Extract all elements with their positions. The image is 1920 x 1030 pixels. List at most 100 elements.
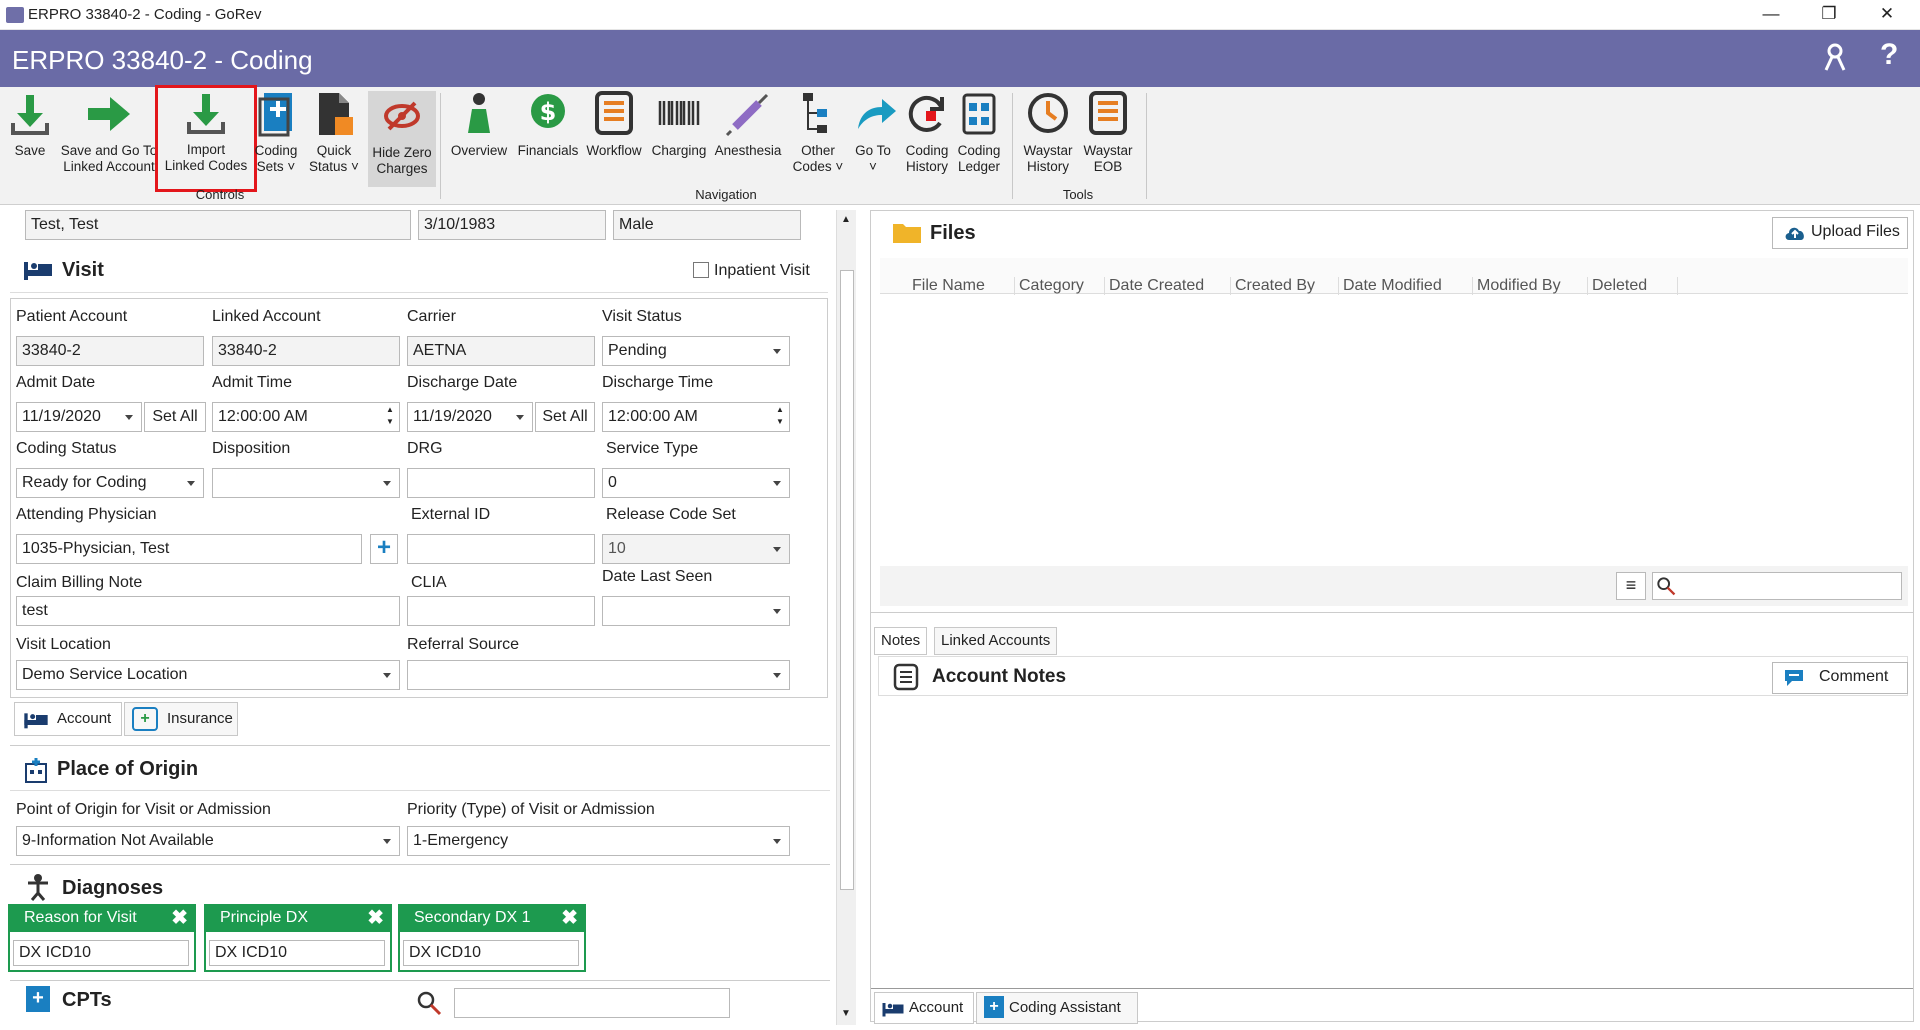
visit-status-select[interactable]: Pending <box>602 336 790 366</box>
priority-select[interactable]: 1-Emergency <box>407 826 790 856</box>
discharge-time-stepper-icon[interactable]: ▲ ▼ <box>776 404 784 428</box>
financials-button[interactable]: $ Financials <box>514 89 582 159</box>
remove-dx-icon[interactable]: ✖ <box>561 904 578 932</box>
anesthesia-button[interactable]: Anesthesia <box>712 89 784 159</box>
cpt-search-icon[interactable] <box>416 990 442 1016</box>
col-category[interactable]: Category <box>1014 277 1084 295</box>
dx-input-secondary[interactable]: DX ICD10 <box>403 940 579 966</box>
overview-label: Overview <box>450 143 508 158</box>
dollar-icon: $ <box>523 89 573 139</box>
date-last-seen-picker[interactable] <box>602 596 790 626</box>
location-label: Visit Location <box>16 636 111 653</box>
dx-header-secondary: Secondary DX 1 ✖ <box>398 904 586 932</box>
col-created-by[interactable]: Created By <box>1230 277 1315 295</box>
add-physician-icon[interactable]: + <box>370 534 398 564</box>
left-scrollbar[interactable]: ▲ ▼ <box>836 210 856 1025</box>
disposition-select[interactable] <box>212 468 400 498</box>
quick-status-button[interactable]: Quick Status ˅ <box>308 89 360 175</box>
files-search-input[interactable] <box>1652 572 1902 600</box>
service-type-select[interactable]: 0 <box>602 468 790 498</box>
external-id-input[interactable] <box>407 534 595 564</box>
window-titlebar: ERPRO 33840-2 - Coding - GoRev — ❐ ✕ <box>0 0 1920 30</box>
save-go-linked-button[interactable]: Save and Go To Linked Account <box>58 89 160 175</box>
cpt-search-input[interactable] <box>454 988 730 1018</box>
svg-text:$: $ <box>540 98 557 126</box>
origin-point-select[interactable]: 9-Information Not Available <box>16 826 400 856</box>
col-date-modified[interactable]: Date Modified <box>1338 277 1442 295</box>
col-date-created[interactable]: Date Created <box>1104 277 1204 295</box>
clock-icon <box>1023 89 1073 139</box>
arrow-right-icon <box>84 89 134 139</box>
close-window-button[interactable]: ✕ <box>1858 0 1916 30</box>
inpatient-checkbox[interactable] <box>693 262 709 278</box>
admit-time-stepper-icon[interactable]: ▲ ▼ <box>386 404 394 428</box>
admit-time-spinner[interactable]: 12:00:00 AM <box>212 402 400 432</box>
save-button[interactable]: Save <box>4 89 56 159</box>
history-icon <box>902 89 952 139</box>
save-go-label-1: Save and Go To <box>60 143 158 158</box>
download-icon <box>5 89 55 139</box>
col-modified-by[interactable]: Modified By <box>1472 277 1561 295</box>
drg-input[interactable] <box>407 468 595 498</box>
discharge-set-all-button[interactable]: Set All <box>535 402 595 432</box>
minimize-button[interactable]: — <box>1742 0 1800 30</box>
discharge-time-spinner[interactable]: 12:00:00 AM <box>602 402 790 432</box>
dx-input-principle[interactable]: DX ICD10 <box>209 940 385 966</box>
linked-account-label: Linked Account <box>212 308 321 325</box>
waystar-eob-button[interactable]: Waystar EOB <box>1080 89 1136 175</box>
bottom-tab-account-label: Account <box>909 999 964 1016</box>
coding-ledger-label-1: Coding <box>957 143 1001 158</box>
coding-sets-button[interactable]: Coding Sets ˅ <box>254 89 298 175</box>
waystar-history-button[interactable]: Waystar History <box>1020 89 1076 175</box>
menu-icon[interactable]: ≡ <box>1616 572 1646 600</box>
admit-date-picker[interactable]: 11/19/2020 <box>16 402 142 432</box>
admit-time-label: Admit Time <box>212 374 293 391</box>
import-label-1: Import <box>186 142 226 157</box>
charging-button[interactable]: Charging <box>648 89 710 159</box>
ribbon-separator <box>1012 93 1013 199</box>
coding-ledger-button[interactable]: Coding Ledger <box>954 89 1004 175</box>
discharge-date-picker[interactable]: 11/19/2020 <box>407 402 533 432</box>
app-logo-icon <box>6 7 24 23</box>
eye-hidden-icon <box>377 91 427 141</box>
tab-notes[interactable]: Notes <box>874 627 928 655</box>
dx-input-reason[interactable]: DX ICD10 <box>13 940 189 966</box>
import-linked-codes-button[interactable]: Import Linked Codes <box>155 85 257 192</box>
clia-label: CLIA <box>411 574 447 591</box>
dx-label: Principle DX <box>220 909 309 926</box>
user-icon[interactable] <box>1820 42 1850 72</box>
divider <box>871 988 1913 989</box>
hide-zero-charges-button[interactable]: Hide Zero Charges <box>368 91 436 187</box>
help-icon[interactable]: ? <box>1880 38 1898 72</box>
coding-history-button[interactable]: Coding History <box>902 89 952 175</box>
coding-status-select[interactable]: Ready for Coding <box>16 468 204 498</box>
overview-button[interactable]: Overview <box>448 89 510 159</box>
ribbon-separator <box>1146 93 1147 199</box>
scrollbar-thumb[interactable] <box>840 270 854 890</box>
remove-dx-icon[interactable]: ✖ <box>171 904 188 932</box>
col-file-name[interactable]: File Name <box>912 277 985 295</box>
scroll-up-icon[interactable]: ▲ <box>841 214 851 225</box>
coding-sets-label-1: Coding <box>254 143 298 158</box>
restore-button[interactable]: ❐ <box>1800 0 1858 30</box>
referral-select[interactable] <box>407 660 790 690</box>
referral-label: Referral Source <box>407 636 520 653</box>
coding-ledger-label-2: Ledger <box>957 159 1001 174</box>
bed-icon <box>880 1000 906 1018</box>
go-to-button[interactable]: Go To ˅ <box>850 89 896 175</box>
financials-label: Financials <box>517 143 579 158</box>
tab-linked-accounts[interactable]: Linked Accounts <box>934 627 1058 655</box>
col-deleted[interactable]: Deleted <box>1587 277 1679 295</box>
attending-input[interactable]: 1035-Physician, Test <box>16 534 362 564</box>
remove-dx-icon[interactable]: ✖ <box>367 904 384 932</box>
claim-note-input[interactable]: test <box>16 596 400 626</box>
admit-set-all-button[interactable]: Set All <box>144 402 206 432</box>
clia-input[interactable] <box>407 596 595 626</box>
workflow-button[interactable]: Workflow <box>584 89 644 159</box>
group-tools-label: Tools <box>1062 187 1094 202</box>
other-codes-button[interactable]: Other Codes ˅ <box>792 89 844 175</box>
scroll-down-icon[interactable]: ▼ <box>841 1008 851 1019</box>
inpatient-label: Inpatient Visit <box>714 262 810 279</box>
release-code-select: 10 <box>602 534 790 564</box>
location-select[interactable]: Demo Service Location <box>16 660 400 690</box>
